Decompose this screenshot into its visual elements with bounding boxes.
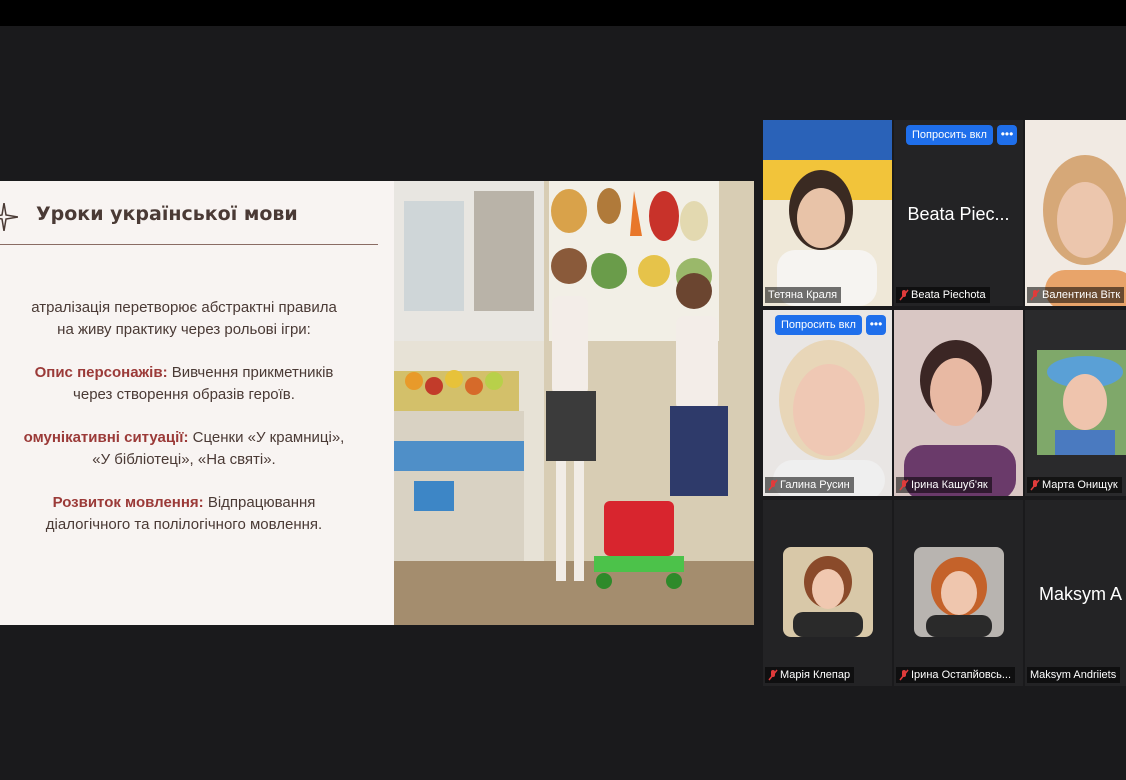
bullet-characters: Опис персонажів: Вивчення прикметників ч… [0, 362, 374, 406]
more-options-button[interactable]: ••• [866, 315, 886, 335]
participant-name: Валентина Вітк [1027, 287, 1125, 303]
participant-tile-maksym[interactable]: Maksym A Maksym Andriiets [1025, 500, 1126, 686]
participant-name: Beata Piechota [896, 287, 990, 303]
bullet-speech: Розвиток мовлення: Відпрацювання діалогі… [0, 492, 374, 536]
bullet-characters-line-2: через створення образів героїв. [73, 386, 295, 403]
participant-name: Ірина Остапйовсь... [896, 667, 1015, 683]
bullet-speech-text: Відпрацювання [203, 494, 316, 511]
video-feed [1025, 120, 1126, 306]
participant-big-name: Maksym A [1039, 584, 1123, 604]
participant-tile-valentyna[interactable]: Валентина Вітк [1025, 120, 1126, 306]
avatar [914, 547, 1004, 637]
mic-muted-icon [899, 479, 909, 491]
sparkle-icon [0, 203, 18, 231]
bullet-speech-keyword: Розвиток мовлення: [52, 494, 204, 511]
mic-muted-icon [1030, 289, 1040, 301]
top-bar [0, 0, 1126, 26]
mic-muted-icon [899, 289, 909, 301]
participant-tile-iryna-k[interactable]: Ірина Кашуб'як [894, 310, 1023, 496]
bullet-characters-text: Вивчення прикметників [167, 364, 334, 381]
intro-paragraph: атралізація перетворює абстрактні правил… [0, 297, 374, 341]
participant-name: Maksym Andriiets [1027, 667, 1121, 683]
participant-name: Марта Онищук [1027, 477, 1122, 493]
slide-title: Уроки української мови [36, 203, 298, 225]
participant-name: Марія Клепар [765, 667, 855, 683]
participant-name: Ірина Кашуб'як [896, 477, 992, 493]
bullet-situations-keyword: омунікативні ситуації: [23, 429, 189, 446]
participant-big-name: Beata Piec... [907, 204, 1010, 224]
slide-header: Уроки української мови [0, 201, 394, 241]
avatar-photo [783, 547, 873, 637]
participant-tile-mariia[interactable]: Марія Клепар [763, 500, 892, 686]
participant-name: Галина Русин [765, 477, 854, 493]
bullet-speech-line-2: діалогічного та полілогічного мовлення. [45, 516, 323, 533]
participant-tile-iryna-o[interactable]: Ірина Остапйовсь... [894, 500, 1023, 686]
intro-line-1: атралізація перетворює абстрактні правил… [31, 299, 337, 316]
bullet-situations: омунікативні ситуації: Сценки «У крамниц… [0, 427, 374, 471]
participant-tile-tetiana[interactable]: Тетяна Краля [763, 120, 892, 306]
video-feed [763, 120, 892, 306]
ask-to-unmute-button[interactable]: Попросить вкл [775, 315, 862, 335]
mic-muted-icon [1030, 479, 1040, 491]
video-feed [763, 310, 892, 496]
slide-divider [0, 244, 378, 245]
shared-screen-slide: Уроки української мови атралізація перет… [0, 181, 754, 625]
slide-text-panel: Уроки української мови атралізація перет… [0, 181, 394, 625]
mic-muted-icon [768, 479, 778, 491]
more-options-button[interactable]: ••• [997, 125, 1017, 145]
avatar-photo [914, 547, 1004, 637]
mic-muted-icon [899, 669, 909, 681]
slide-photo-classroom [394, 181, 754, 625]
bullet-characters-keyword: Опис персонажів: [34, 364, 168, 381]
participant-tile-marta[interactable]: Марта Онищук [1025, 310, 1126, 496]
participant-tile-beata[interactable]: Попросить вкл ••• Beata Piec... Beata Pi… [894, 120, 1023, 306]
slide-body: атралізація перетворює абстрактні правил… [0, 297, 374, 557]
avatar [783, 547, 873, 637]
participant-name: Тетяна Краля [765, 287, 842, 303]
ask-to-unmute-button[interactable]: Попросить вкл [906, 125, 993, 145]
classroom-photo-illustration [394, 181, 754, 625]
bullet-situations-line-2: «У бібліотеці», «На святі». [92, 451, 276, 468]
mic-muted-icon [768, 669, 778, 681]
bullet-situations-text: Сценки «У крамниці», [188, 429, 345, 446]
video-feed [894, 310, 1023, 496]
participant-tile-halyna[interactable]: Попросить вкл ••• Галина Русин [763, 310, 892, 496]
intro-line-2: на живу практику через рольові ігри: [57, 321, 311, 338]
video-feed [1025, 310, 1126, 496]
